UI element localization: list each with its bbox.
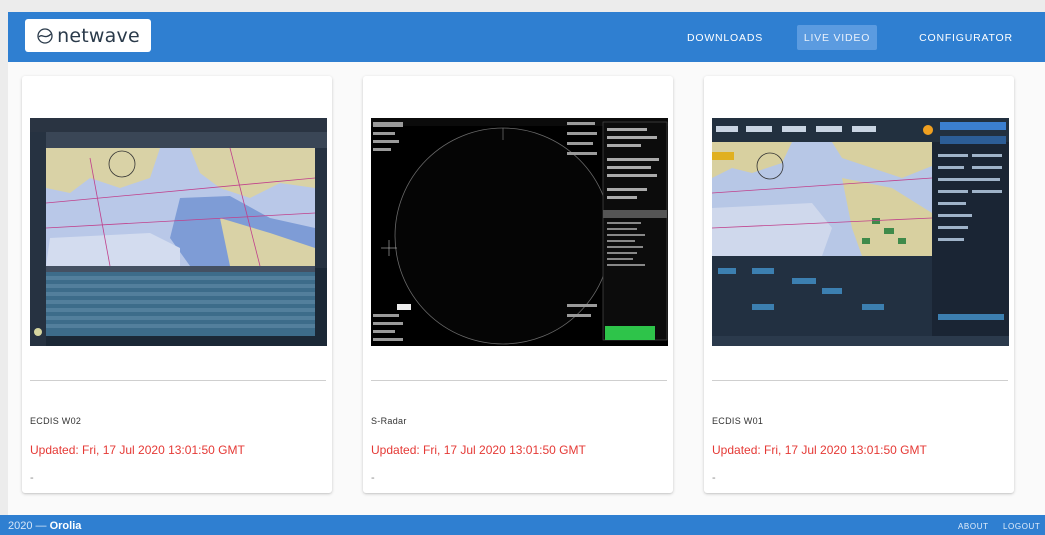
footer-brand: Orolia — [49, 520, 82, 532]
card-divider — [30, 380, 326, 381]
card-divider — [371, 380, 667, 381]
card-note: - — [712, 472, 716, 484]
nav-live-video-button[interactable]: LIVE VIDEO — [797, 25, 877, 50]
card-note: - — [30, 472, 34, 484]
card-updated-time: Updated: Fri, 17 Jul 2020 13:01:50 GMT — [712, 443, 927, 457]
footer-year: 2020 — — [8, 520, 47, 532]
video-card-s-radar[interactable]: S-Radar Updated: Fri, 17 Jul 2020 13:01:… — [363, 76, 673, 493]
nav-downloads-button[interactable]: DOWNLOADS — [679, 25, 771, 50]
video-thumbnail[interactable] — [712, 118, 1009, 346]
footer-logout-link[interactable]: LOGOUT — [1003, 522, 1040, 531]
footer: 2020 — Orolia ABOUT LOGOUT — [0, 515, 1045, 535]
main-content: ECDIS W02 Updated: Fri, 17 Jul 2020 13:0… — [8, 62, 1045, 515]
video-card-ecdis-w02[interactable]: ECDIS W02 Updated: Fri, 17 Jul 2020 13:0… — [22, 76, 332, 493]
card-title: S-Radar — [371, 416, 407, 426]
footer-copyright: 2020 — Orolia — [8, 520, 81, 532]
card-updated-time: Updated: Fri, 17 Jul 2020 13:01:50 GMT — [371, 443, 586, 457]
card-title: ECDIS W01 — [712, 416, 764, 426]
video-thumbnail[interactable] — [30, 118, 327, 346]
card-divider — [712, 380, 1008, 381]
video-card-ecdis-w01[interactable]: ECDIS W01 Updated: Fri, 17 Jul 2020 13:0… — [704, 76, 1014, 493]
footer-about-link[interactable]: ABOUT — [958, 522, 989, 531]
card-updated-time: Updated: Fri, 17 Jul 2020 13:01:50 GMT — [30, 443, 245, 457]
netwave-logo-icon — [37, 27, 53, 44]
logo-text: netwave — [57, 24, 140, 47]
video-thumbnail[interactable] — [371, 118, 668, 346]
top-app-bar: netwave DOWNLOADS LIVE VIDEO CONFIGURATO… — [8, 12, 1045, 62]
netwave-logo[interactable]: netwave — [25, 19, 151, 52]
nav-configurator-button[interactable]: CONFIGURATOR — [905, 25, 1027, 50]
card-title: ECDIS W02 — [30, 416, 82, 426]
card-note: - — [371, 472, 375, 484]
